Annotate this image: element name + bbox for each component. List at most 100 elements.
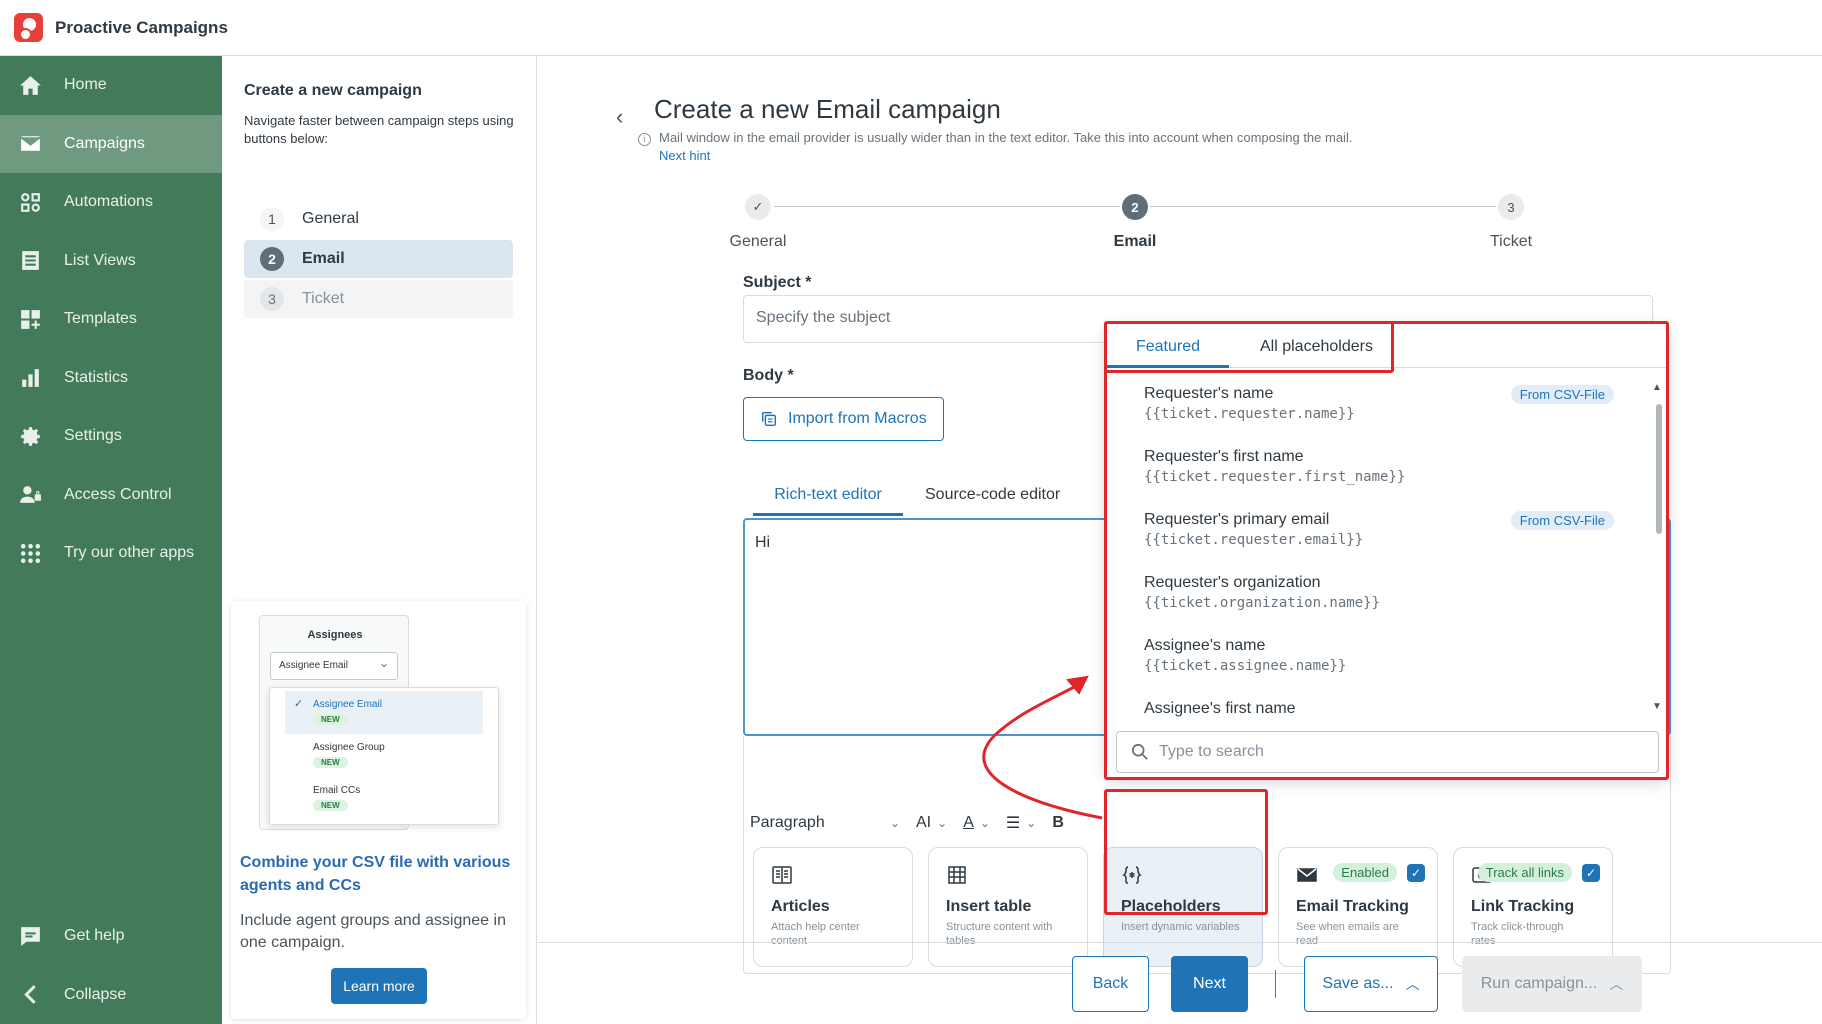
email-tracking-card[interactable]: Enabled ✓ Email Tracking See when emails…: [1278, 847, 1438, 967]
back-chevron-icon[interactable]: ‹: [616, 104, 623, 130]
align-button[interactable]: ☰ ⌄: [1006, 813, 1036, 833]
next-button[interactable]: Next: [1171, 956, 1248, 1012]
chevron-down-icon: ⌄: [1026, 816, 1037, 830]
stepper-circle-ticket[interactable]: 3: [1498, 194, 1524, 220]
nav-item-label: Statistics: [64, 368, 129, 386]
stepper-label: Ticket: [1489, 233, 1533, 250]
chevron-down-icon: ⌄: [937, 816, 948, 830]
stepper-check-icon[interactable]: ✓: [745, 194, 771, 220]
csv-badge: From CSV-File: [1510, 385, 1614, 404]
placeholder-code: {{ticket.requester.first_name}}: [1144, 469, 1406, 485]
page-title: Create a new Email campaign: [654, 94, 1001, 124]
scroll-up-icon[interactable]: ▲: [1652, 382, 1662, 393]
new-badge: NEW: [313, 800, 348, 811]
promo-headline[interactable]: Combine your CSV file with various agent…: [240, 851, 515, 897]
card-title: Link Tracking: [1471, 898, 1575, 915]
nav-item-label: Settings: [64, 427, 122, 445]
nav-item-home[interactable]: Home: [0, 56, 222, 115]
placeholder-item[interactable]: Requester's name {{ticket.requester.name…: [1144, 385, 1614, 445]
placeholders-card[interactable]: Placeholders Insert dynamic variables: [1103, 847, 1263, 967]
enabled-pill: Enabled: [1333, 863, 1397, 882]
placeholder-name: Assignee's first name: [1144, 700, 1296, 717]
chevron-left-icon: [17, 981, 44, 1008]
placeholder-name: Requester's first name: [1144, 448, 1304, 465]
nav-item-label: Templates: [64, 310, 137, 328]
chevron-up-icon: ︿: [1405, 976, 1420, 992]
font-color-button[interactable]: A ⌄: [963, 814, 990, 832]
placeholder-name: Assignee's name: [1144, 637, 1266, 654]
card-title: Placeholders: [1121, 898, 1221, 915]
save-as-label: Save as...: [1322, 975, 1394, 992]
placeholder-search-input[interactable]: Type to search: [1116, 731, 1659, 773]
placeholder-code: {{ticket.requester.email}}: [1144, 532, 1364, 548]
insert-table-card[interactable]: Insert table Structure content with tabl…: [928, 847, 1088, 967]
scroll-down-icon[interactable]: ▼: [1652, 701, 1662, 712]
footer-divider: [538, 942, 1822, 943]
next-hint-link[interactable]: Next hint: [659, 148, 710, 163]
stepper-line: [1150, 206, 1496, 207]
hint-message: Mail window in the email provider is usu…: [659, 130, 1353, 145]
tab-featured[interactable]: Featured: [1107, 338, 1229, 368]
nav-item-label: Automations: [64, 193, 153, 211]
run-campaign-button[interactable]: Run campaign... ︿: [1462, 956, 1642, 1012]
step-general[interactable]: 1 General: [244, 200, 513, 238]
placeholder-code: {{ticket.organization.name}}: [1144, 595, 1381, 611]
chevron-down-icon: ⌄: [889, 816, 900, 830]
step-ticket[interactable]: 3 Ticket: [244, 280, 513, 318]
learn-more-button[interactable]: Learn more: [331, 968, 427, 1004]
placeholder-code: {{ticket.requester.name}}: [1144, 406, 1355, 422]
placeholder-item[interactable]: Assignee's name {{ticket.assignee.name}}: [1144, 637, 1614, 697]
chat-icon: [17, 923, 44, 950]
nav-item-get-help[interactable]: Get help: [0, 907, 222, 966]
nav-item-automations[interactable]: Automations: [0, 173, 222, 232]
ai-button[interactable]: AI ⌄: [916, 814, 947, 832]
placeholder-item[interactable]: Requester's organization {{ticket.organi…: [1144, 574, 1614, 634]
tab-all-placeholders[interactable]: All placeholders: [1260, 338, 1373, 368]
import-from-macros-button[interactable]: Import from Macros: [743, 397, 944, 441]
stepper-circle-email[interactable]: 2: [1122, 194, 1148, 220]
nav-item-settings[interactable]: Settings: [0, 407, 222, 466]
editor-toolbar: Paragraph ⌄ AI ⌄ A ⌄ ☰ ⌄ B: [750, 806, 1080, 840]
copy-icon: [761, 411, 777, 427]
nav-item-access-control[interactable]: Access Control: [0, 466, 222, 525]
placeholder-item[interactable]: Requester's primary email {{ticket.reque…: [1144, 511, 1614, 571]
tracking-checkbox[interactable]: ✓: [1407, 864, 1425, 882]
mini-option: Email CCs NEW: [285, 777, 483, 820]
placeholder-item[interactable]: Assignee's first name: [1144, 700, 1614, 717]
link-tracking-card[interactable]: Track all links ✓ Link Tracking Track cl…: [1453, 847, 1613, 967]
link-tracking-checkbox[interactable]: ✓: [1582, 864, 1600, 882]
scrollbar-thumb[interactable]: [1656, 404, 1662, 534]
nav-item-label: Home: [64, 76, 107, 94]
bold-button[interactable]: B: [1052, 814, 1064, 832]
nav-item-templates[interactable]: Templates: [0, 290, 222, 349]
nav-item-label: Try our other apps: [64, 544, 195, 562]
nav-item-campaigns[interactable]: Campaigns: [0, 114, 222, 173]
nav-item-collapse[interactable]: Collapse: [0, 966, 222, 1024]
chevron-down-icon: ⌄: [979, 816, 990, 830]
mini-select: Assignee Email: [270, 650, 398, 680]
tab-source-code[interactable]: Source-code editor: [925, 476, 1060, 516]
save-as-button[interactable]: Save as... ︿: [1304, 956, 1438, 1012]
paragraph-select[interactable]: Paragraph ⌄: [750, 814, 900, 832]
mini-option: ✓ Assignee Email NEW: [285, 691, 483, 734]
nav-item-list-views[interactable]: List Views: [0, 232, 222, 291]
tab-rich-text[interactable]: Rich-text editor: [753, 476, 903, 516]
articles-card[interactable]: Articles Attach help center content: [753, 847, 913, 967]
promo-text: Include agent groups and assignee in one…: [240, 912, 506, 951]
chevron-up-icon: ︿: [1609, 976, 1624, 992]
templates-icon: [17, 306, 44, 333]
app-logo-icon: [14, 13, 43, 42]
placeholder-code: {{ticket.assignee.name}}: [1144, 658, 1347, 674]
nav-item-other-apps[interactable]: Try our other apps: [0, 524, 222, 583]
card-title: Articles: [771, 898, 830, 915]
nav-item-statistics[interactable]: Statistics: [0, 349, 222, 408]
card-desc: Insert dynamic variables: [1121, 921, 1240, 933]
placeholder-item[interactable]: Requester's first name {{ticket.requeste…: [1144, 448, 1614, 508]
mini-title: Assignees: [307, 629, 363, 641]
article-icon: [771, 864, 793, 886]
step-email[interactable]: 2 Email: [244, 240, 513, 278]
placeholder-name: Requester's organization: [1144, 574, 1321, 591]
steps-title: Create a new campaign: [244, 82, 422, 99]
back-button[interactable]: Back: [1072, 956, 1149, 1012]
card-title: Insert table: [946, 898, 1032, 915]
